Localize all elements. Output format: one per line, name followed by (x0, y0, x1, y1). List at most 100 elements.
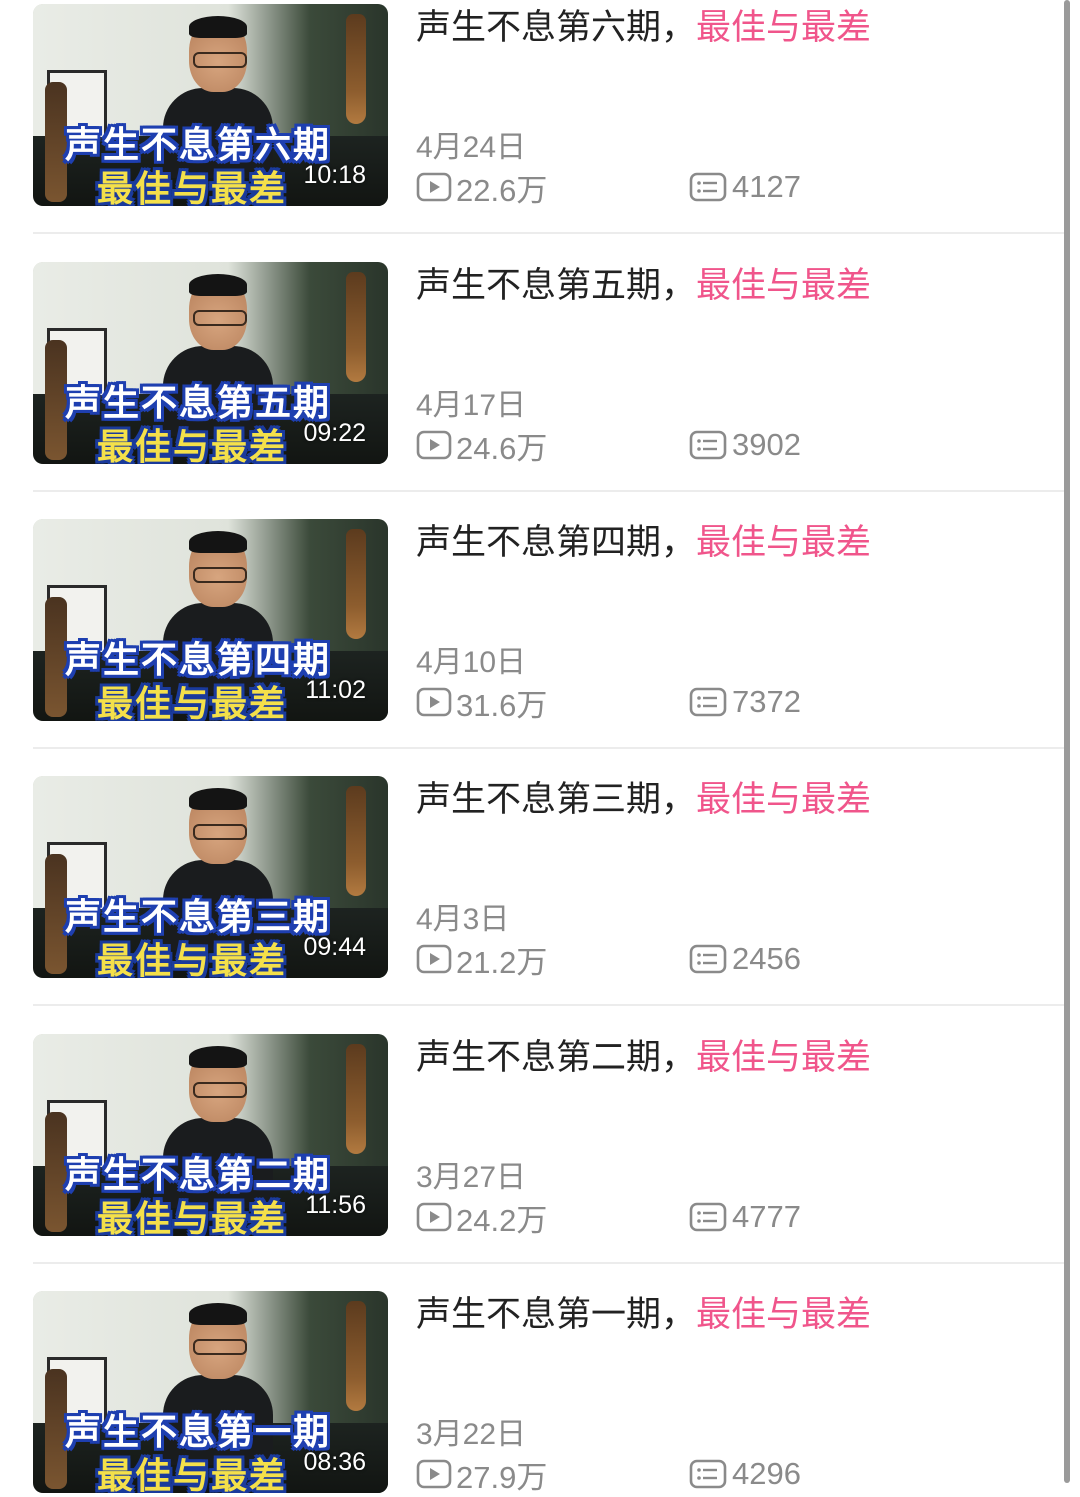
divider (33, 1004, 1066, 1006)
video-duration: 11:56 (305, 1191, 366, 1219)
thumbnail-caption-line2: 最佳与最差 (97, 940, 288, 978)
video-item[interactable]: 声生不息第三期 最佳与最差 09:44 声生不息第三期，最佳与最差 4月3日 2… (33, 776, 1066, 1033)
comment-count: 4296 (688, 1454, 801, 1494)
comment-count-value: 4777 (732, 1199, 801, 1234)
ukulele-image (346, 272, 366, 382)
video-thumbnail[interactable]: 声生不息第二期 最佳与最差 11:56 (33, 1034, 388, 1236)
comment-count: 3902 (688, 425, 801, 465)
view-count: 27.9万 (416, 1454, 548, 1495)
view-count: 22.6万 (416, 167, 548, 208)
play-icon (416, 944, 452, 974)
title-text: 声生不息第五期， (416, 266, 697, 306)
play-icon (416, 687, 452, 717)
scrollbar[interactable] (1064, 0, 1070, 1483)
divider (33, 1262, 1066, 1264)
publish-date: 4月24日 (416, 131, 527, 164)
guitar-image (45, 597, 67, 717)
title-highlight: 最佳与最差 (696, 1038, 872, 1078)
title-text: 声生不息第三期， (416, 780, 697, 820)
divider (33, 232, 1066, 234)
publish-date: 3月22日 (416, 1418, 527, 1451)
thumbnail-caption-line2: 最佳与最差 (97, 426, 288, 464)
guitar-image (45, 82, 67, 202)
video-item[interactable]: 声生不息第二期 最佳与最差 11:56 声生不息第二期，最佳与最差 3月27日 … (33, 1034, 1066, 1291)
view-count: 24.6万 (416, 425, 548, 466)
video-title[interactable]: 声生不息第四期，最佳与最差 (416, 521, 871, 565)
thumbnail-caption-line2: 最佳与最差 (97, 1198, 288, 1236)
video-thumbnail[interactable]: 声生不息第四期 最佳与最差 11:02 (33, 519, 388, 721)
video-item[interactable]: 声生不息第一期 最佳与最差 08:36 声生不息第一期，最佳与最差 3月22日 … (33, 1291, 1066, 1495)
video-title[interactable]: 声生不息第一期，最佳与最差 (416, 1293, 871, 1337)
comment-icon (689, 1202, 727, 1232)
thumbnail-caption-line2: 最佳与最差 (97, 1455, 288, 1493)
video-duration: 08:36 (303, 1448, 366, 1476)
title-text: 声生不息第六期， (416, 8, 697, 48)
ukulele-image (346, 529, 366, 639)
play-icon (416, 1202, 452, 1232)
title-text: 声生不息第一期， (416, 1295, 697, 1335)
comment-count: 7372 (688, 682, 801, 722)
title-text: 声生不息第四期， (416, 523, 697, 563)
comment-count: 4127 (688, 167, 801, 207)
view-count: 21.2万 (416, 939, 548, 980)
view-count: 31.6万 (416, 682, 548, 723)
ukulele-image (346, 14, 366, 124)
video-item[interactable]: 声生不息第五期 最佳与最差 09:22 声生不息第五期，最佳与最差 4月17日 … (33, 262, 1066, 519)
view-count-value: 24.2万 (456, 1202, 548, 1238)
title-highlight: 最佳与最差 (696, 266, 872, 306)
title-highlight: 最佳与最差 (696, 523, 872, 563)
comment-count-value: 4296 (732, 1456, 801, 1491)
publish-date: 4月17日 (416, 389, 527, 422)
comment-icon (689, 687, 727, 717)
play-icon (416, 1459, 452, 1489)
video-thumbnail[interactable]: 声生不息第三期 最佳与最差 09:44 (33, 776, 388, 978)
comment-count: 4777 (688, 1197, 801, 1237)
title-highlight: 最佳与最差 (696, 1295, 872, 1335)
thumbnail-caption-line2: 最佳与最差 (97, 683, 288, 721)
view-count-value: 27.9万 (456, 1459, 548, 1495)
video-title[interactable]: 声生不息第六期，最佳与最差 (416, 6, 871, 50)
divider (33, 490, 1066, 492)
thumbnail-caption-line2: 最佳与最差 (97, 168, 288, 206)
video-item[interactable]: 声生不息第四期 最佳与最差 11:02 声生不息第四期，最佳与最差 4月10日 … (33, 519, 1066, 776)
guitar-image (45, 340, 67, 460)
view-count: 24.2万 (416, 1197, 548, 1238)
publish-date: 3月27日 (416, 1161, 527, 1194)
comment-icon (689, 1459, 727, 1489)
view-count-value: 21.2万 (456, 944, 548, 980)
view-count-value: 22.6万 (456, 172, 548, 208)
guitar-image (45, 1369, 67, 1489)
publish-date: 4月10日 (416, 646, 527, 679)
comment-icon (689, 430, 727, 460)
view-count-value: 24.6万 (456, 430, 548, 466)
comment-count-value: 7372 (732, 684, 801, 719)
video-duration: 10:18 (303, 161, 366, 189)
comment-count-value: 4127 (732, 169, 801, 204)
title-highlight: 最佳与最差 (696, 8, 872, 48)
play-icon (416, 172, 452, 202)
comment-count: 2456 (688, 939, 801, 979)
video-title[interactable]: 声生不息第五期，最佳与最差 (416, 264, 871, 308)
ukulele-image (346, 1301, 366, 1411)
video-thumbnail[interactable]: 声生不息第六期 最佳与最差 10:18 (33, 4, 388, 206)
video-thumbnail[interactable]: 声生不息第五期 最佳与最差 09:22 (33, 262, 388, 464)
ukulele-image (346, 1044, 366, 1154)
video-duration: 09:44 (303, 933, 366, 961)
comment-icon (689, 172, 727, 202)
video-title[interactable]: 声生不息第三期，最佳与最差 (416, 778, 871, 822)
comment-count-value: 2456 (732, 941, 801, 976)
video-thumbnail[interactable]: 声生不息第一期 最佳与最差 08:36 (33, 1291, 388, 1493)
title-highlight: 最佳与最差 (696, 780, 872, 820)
guitar-image (45, 854, 67, 974)
comment-count-value: 3902 (732, 427, 801, 462)
play-icon (416, 430, 452, 460)
video-duration: 11:02 (305, 676, 366, 704)
guitar-image (45, 1112, 67, 1232)
view-count-value: 31.6万 (456, 687, 548, 723)
video-duration: 09:22 (303, 419, 366, 447)
comment-icon (689, 944, 727, 974)
video-title[interactable]: 声生不息第二期，最佳与最差 (416, 1036, 871, 1080)
divider (33, 747, 1066, 749)
publish-date: 4月3日 (416, 903, 510, 936)
video-item[interactable]: 声生不息第六期 最佳与最差 10:18 声生不息第六期，最佳与最差 4月24日 … (33, 4, 1066, 261)
